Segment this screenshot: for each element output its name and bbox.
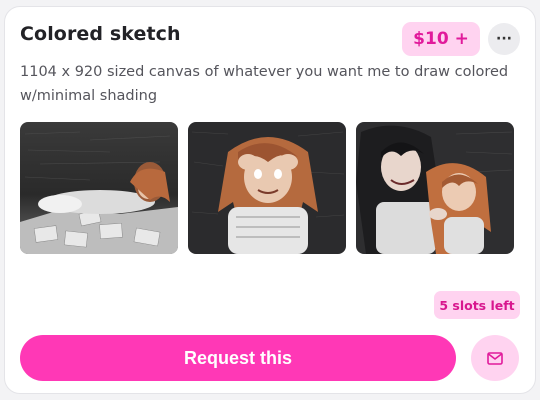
mail-icon xyxy=(487,351,503,365)
more-options-button[interactable]: ··· xyxy=(488,23,520,55)
item-description: 1104 x 920 sized canvas of whatever you … xyxy=(20,64,509,104)
slots-left-badge: 5 slots left xyxy=(434,291,520,319)
gallery-thumb-2[interactable] xyxy=(188,122,346,254)
gallery-thumb-3[interactable] xyxy=(356,122,514,254)
gallery-thumb-1[interactable] xyxy=(20,122,178,254)
request-this-button[interactable]: Request this xyxy=(20,335,456,381)
ellipsis-icon: ··· xyxy=(496,31,512,47)
commission-card: Colored sketch $10 + ··· 1104 x 920 size… xyxy=(4,6,536,394)
message-button[interactable] xyxy=(471,335,519,381)
example-image-3 xyxy=(356,122,514,254)
example-image-1 xyxy=(20,122,178,254)
price-badge: $10 + xyxy=(402,22,480,56)
example-image-2 xyxy=(188,122,346,254)
item-title: Colored sketch xyxy=(20,23,181,45)
